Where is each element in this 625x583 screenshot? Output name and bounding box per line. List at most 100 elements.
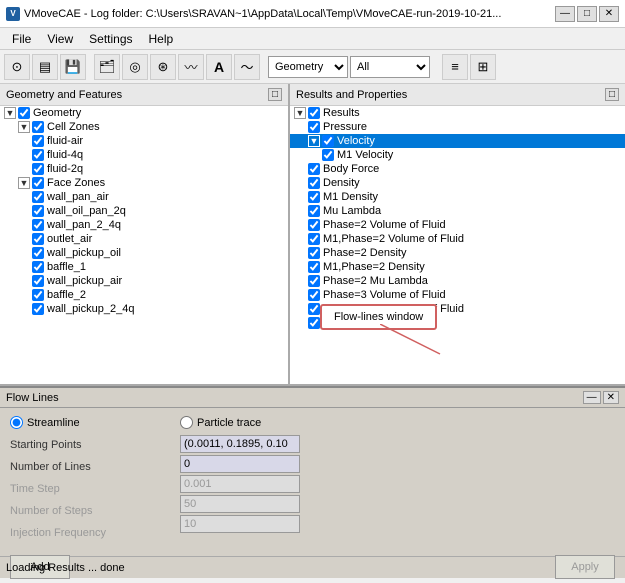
tree-item-phase2-mu[interactable]: Phase=2 Mu Lambda bbox=[290, 274, 625, 288]
tree-item-m1-phase2-vol[interactable]: M1,Phase=2 Volume of Fluid bbox=[290, 232, 625, 246]
left-panel-maximize[interactable]: □ bbox=[268, 88, 282, 101]
particle-trace-radio-row[interactable]: Particle trace bbox=[180, 416, 300, 429]
streamline-radio[interactable] bbox=[10, 416, 23, 429]
tree-item-m1-phase2-density[interactable]: M1,Phase=2 Density bbox=[290, 260, 625, 274]
all-dropdown[interactable]: All bbox=[350, 56, 430, 78]
tree-item-m1-density[interactable]: M1 Density bbox=[290, 190, 625, 204]
tree-item-face-zones[interactable]: ▼ Face Zones bbox=[0, 176, 288, 190]
check-geometry[interactable] bbox=[18, 107, 30, 119]
streamline-radio-row[interactable]: Streamline bbox=[10, 416, 170, 429]
expand-cell-zones[interactable]: ▼ bbox=[18, 121, 30, 133]
check-wall-pan-2-4q[interactable] bbox=[32, 219, 44, 231]
check-fluid-air[interactable] bbox=[32, 135, 44, 147]
menu-help[interactable]: Help bbox=[141, 30, 182, 48]
tree-item-wall-pan-2-4q[interactable]: wall_pan_2_4q bbox=[0, 218, 288, 232]
tree-item-cell-zones[interactable]: ▼ Cell Zones bbox=[0, 120, 288, 134]
toolbar-btn-text[interactable]: A bbox=[206, 54, 232, 80]
check-wall-pickup-air[interactable] bbox=[32, 275, 44, 287]
tree-item-m1-velocity[interactable]: M1 Velocity bbox=[290, 148, 625, 162]
toolbar-btn-2[interactable]: ▤ bbox=[32, 54, 58, 80]
toolbar-btn-flow[interactable]: 〰 bbox=[178, 54, 204, 80]
check-m1-phase2-vol[interactable] bbox=[308, 233, 320, 245]
tree-item-geometry[interactable]: ▼ Geometry bbox=[0, 106, 288, 120]
expand-face-zones[interactable]: ▼ bbox=[18, 177, 30, 189]
check-m1-velocity[interactable] bbox=[322, 149, 334, 161]
check-wall-pan-air[interactable] bbox=[32, 191, 44, 203]
right-panel-maximize[interactable]: □ bbox=[605, 88, 619, 101]
check-phase2-density[interactable] bbox=[308, 247, 320, 259]
tree-item-wall-pickup-air[interactable]: wall_pickup_air bbox=[0, 274, 288, 288]
toolbar-lines-btn[interactable]: ≡ bbox=[442, 54, 468, 80]
menu-file[interactable]: File bbox=[4, 30, 39, 48]
check-baffle-2[interactable] bbox=[32, 289, 44, 301]
tree-item-wall-pickup-oil[interactable]: wall_pickup_oil bbox=[0, 246, 288, 260]
menu-settings[interactable]: Settings bbox=[81, 30, 140, 48]
flow-lines-minimize[interactable]: — bbox=[583, 391, 601, 404]
tree-item-velocity[interactable]: ▼ Velocity bbox=[290, 134, 625, 148]
expand-geometry[interactable]: ▼ bbox=[4, 107, 16, 119]
check-wall-pickup-oil[interactable] bbox=[32, 247, 44, 259]
check-m1-phase3-vol[interactable] bbox=[308, 303, 320, 315]
check-wall-pickup-2-4q[interactable] bbox=[32, 303, 44, 315]
tree-item-fluid-2q[interactable]: fluid-2q bbox=[0, 162, 288, 176]
maximize-button[interactable]: □ bbox=[577, 6, 597, 22]
tree-item-mu-lambda[interactable]: Mu Lambda bbox=[290, 204, 625, 218]
tree-item-fluid-4q[interactable]: fluid-4q bbox=[0, 148, 288, 162]
flow-lines-close[interactable]: ✕ bbox=[603, 391, 619, 404]
particle-trace-radio[interactable] bbox=[180, 416, 193, 429]
geometry-dropdown[interactable]: Geometry bbox=[268, 56, 348, 78]
tree-item-pressure[interactable]: Pressure bbox=[290, 120, 625, 134]
tree-item-baffle-2[interactable]: baffle_2 bbox=[0, 288, 288, 302]
tree-item-density[interactable]: Density bbox=[290, 176, 625, 190]
tree-item-phase2-density[interactable]: Phase=2 Density bbox=[290, 246, 625, 260]
check-body-force[interactable] bbox=[308, 163, 320, 175]
toolbar-btn-view1[interactable]: ◎ bbox=[122, 54, 148, 80]
close-button[interactable]: ✕ bbox=[599, 6, 619, 22]
number-of-steps-input[interactable] bbox=[180, 495, 300, 513]
check-cell-zones[interactable] bbox=[32, 121, 44, 133]
check-phase3-density[interactable] bbox=[308, 317, 320, 329]
check-wall-oil-pan[interactable] bbox=[32, 205, 44, 217]
starting-points-input[interactable] bbox=[180, 435, 300, 453]
toolbar-btn-1[interactable]: ⊙ bbox=[4, 54, 30, 80]
tree-item-baffle-1[interactable]: baffle_1 bbox=[0, 260, 288, 274]
left-tree-container[interactable]: ▼ Geometry ▼ Cell Zones fluid-air fluid-… bbox=[0, 106, 288, 384]
toolbar-btn-view2[interactable]: ⊛ bbox=[150, 54, 176, 80]
time-step-input[interactable] bbox=[180, 475, 300, 493]
tree-item-wall-pickup-2-4q[interactable]: wall_pickup_2_4q bbox=[0, 302, 288, 316]
check-phase2-vol[interactable] bbox=[308, 219, 320, 231]
check-fluid-2q[interactable] bbox=[32, 163, 44, 175]
tree-item-fluid-air[interactable]: fluid-air bbox=[0, 134, 288, 148]
check-phase2-mu[interactable] bbox=[308, 275, 320, 287]
toolbar-grid-btn[interactable]: ⊞ bbox=[470, 54, 496, 80]
toolbar-btn-wave[interactable]: 〜 bbox=[234, 54, 260, 80]
apply-button[interactable]: Apply bbox=[555, 555, 615, 579]
tree-item-body-force[interactable]: Body Force bbox=[290, 162, 625, 176]
tree-item-wall-oil-pan[interactable]: wall_oil_pan_2q bbox=[0, 204, 288, 218]
check-density[interactable] bbox=[308, 177, 320, 189]
check-face-zones[interactable] bbox=[32, 177, 44, 189]
check-outlet-air[interactable] bbox=[32, 233, 44, 245]
toolbar-btn-save[interactable]: 💾 bbox=[60, 54, 86, 80]
number-of-lines-input[interactable] bbox=[180, 455, 300, 473]
expand-results[interactable]: ▼ bbox=[294, 107, 306, 119]
menu-view[interactable]: View bbox=[39, 30, 81, 48]
check-m1-phase2-density[interactable] bbox=[308, 261, 320, 273]
check-results[interactable] bbox=[308, 107, 320, 119]
check-m1-density[interactable] bbox=[308, 191, 320, 203]
check-fluid-4q[interactable] bbox=[32, 149, 44, 161]
check-baffle-1[interactable] bbox=[32, 261, 44, 273]
tree-item-outlet-air[interactable]: outlet_air bbox=[0, 232, 288, 246]
tree-item-phase2-vol[interactable]: Phase=2 Volume of Fluid bbox=[290, 218, 625, 232]
check-phase3-vol[interactable] bbox=[308, 289, 320, 301]
minimize-button[interactable]: — bbox=[555, 6, 575, 22]
tree-item-results[interactable]: ▼ Results bbox=[290, 106, 625, 120]
check-pressure[interactable] bbox=[308, 121, 320, 133]
expand-velocity[interactable]: ▼ bbox=[308, 135, 320, 147]
check-mu-lambda[interactable] bbox=[308, 205, 320, 217]
toolbar-btn-geometry[interactable]: 🗂 bbox=[94, 54, 120, 80]
tree-item-wall-pan-air[interactable]: wall_pan_air bbox=[0, 190, 288, 204]
check-velocity[interactable] bbox=[322, 135, 334, 147]
injection-freq-input[interactable] bbox=[180, 515, 300, 533]
tree-item-phase3-vol[interactable]: Phase=3 Volume of Fluid bbox=[290, 288, 625, 302]
